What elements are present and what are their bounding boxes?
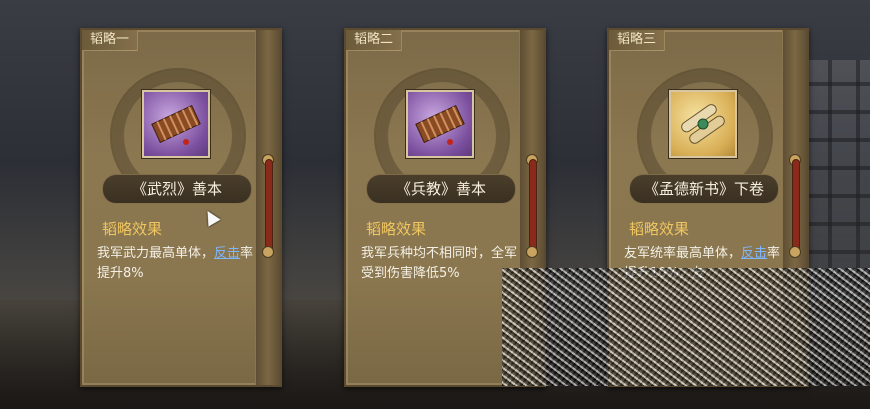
effect-title: 韬略效果 (102, 220, 163, 238)
item-name: 《兵教》善本 (366, 174, 516, 204)
effect-title: 韬略效果 (366, 220, 427, 238)
item-name: 《武烈》善本 (102, 174, 252, 204)
effect-title: 韬略效果 (629, 220, 690, 238)
bamboo-scroll-icon (142, 90, 210, 158)
card-side-rail (255, 30, 280, 385)
rail-knob-bottom (789, 246, 801, 258)
rail-rod (793, 160, 799, 252)
desc-text: 友军统率最高单体， (624, 246, 742, 261)
rail-knob-bottom (262, 246, 274, 258)
desc-text: 我军兵种均不相同时，全军受到伤害降低5% (361, 246, 518, 281)
effect-description: 我军兵种均不相同时，全军受到伤害降低5% (361, 244, 521, 284)
strategy-card-1[interactable]: 韬略一 《武烈》善本 韬略效果 我军武力最高单体，反击率提升8% (80, 28, 282, 387)
counterattack-link[interactable]: 反击 (214, 246, 240, 261)
card-tag: 韬略三 (609, 30, 666, 51)
rail-rod (266, 160, 272, 252)
desc-text: 我军武力最高单体， (97, 246, 215, 261)
paper-scroll-icon (669, 90, 737, 158)
noise-overlay (502, 268, 870, 386)
rail-rod (530, 160, 536, 252)
bamboo-scroll-icon (406, 90, 474, 158)
effect-description: 我军武力最高单体，反击率提升8% (97, 244, 257, 284)
rail-knob-bottom (526, 246, 538, 258)
item-name: 《孟德新书》下卷 (629, 174, 779, 204)
counterattack-link[interactable]: 反击 (741, 246, 767, 261)
card-tag: 韬略二 (346, 30, 403, 51)
card-tag: 韬略一 (82, 30, 139, 51)
